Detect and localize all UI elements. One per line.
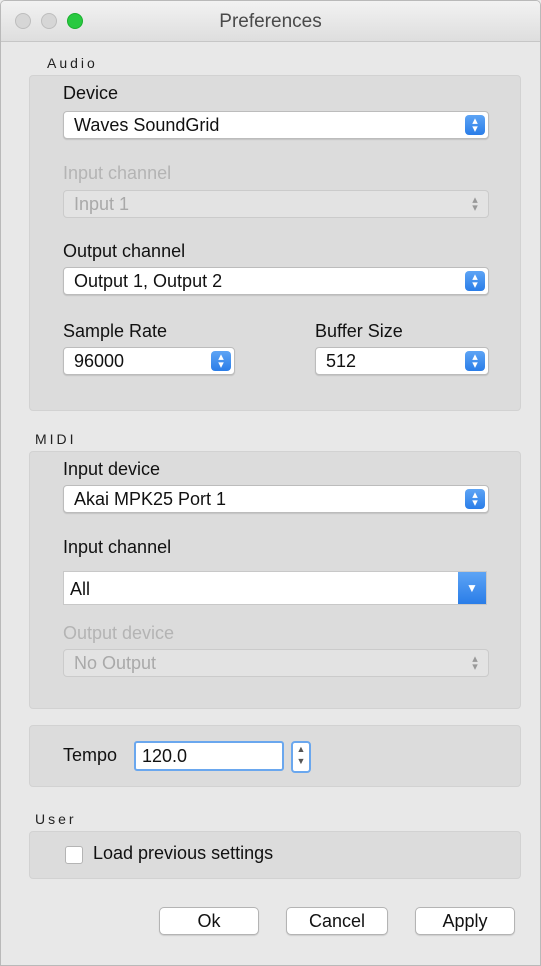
user-section-label: User — [35, 811, 77, 827]
stepper-icon[interactable]: ▲ ▼ — [291, 741, 311, 773]
updown-chevron-icon: ▴ ▾ — [465, 115, 485, 135]
midi-input-channel-label: Input channel — [63, 537, 172, 557]
midi-input-device-label: Input device — [63, 459, 161, 479]
output-channel-label: Output channel — [63, 241, 186, 261]
device-value: Waves SoundGrid — [74, 115, 220, 135]
updown-chevron-icon: ▴ ▾ — [465, 271, 485, 291]
ok-button[interactable]: Ok — [159, 907, 259, 935]
device-popup[interactable]: Waves SoundGrid ▴ ▾ — [63, 111, 489, 139]
tempo-label: Tempo — [63, 745, 118, 765]
tempo-input[interactable]: 120.0 — [134, 741, 284, 771]
updown-chevron-icon: ▴ ▾ — [465, 489, 485, 509]
apply-button[interactable]: Apply — [415, 907, 515, 935]
audio-section-label: Audio — [47, 55, 98, 71]
load-previous-label[interactable]: Load previous settings — [93, 843, 273, 864]
output-channel-value: Output 1, Output 2 — [74, 271, 223, 291]
midi-output-device-value: No Output — [74, 653, 157, 673]
midi-input-device-popup[interactable]: Akai MPK25 Port 1 ▴ ▾ — [63, 485, 489, 513]
tempo-value: 120.0 — [142, 746, 188, 766]
load-previous-checkbox[interactable] — [65, 846, 83, 864]
updown-chevron-icon: ▴ ▾ — [472, 653, 478, 673]
updown-chevron-icon: ▴ ▾ — [465, 351, 485, 371]
buffer-size-label: Buffer Size — [315, 321, 403, 341]
audio-input-channel-value: Input 1 — [74, 194, 130, 214]
buffer-size-value: 512 — [326, 351, 357, 371]
title-bar[interactable]: Preferences — [1, 1, 540, 42]
sample-rate-value: 96000 — [74, 351, 125, 371]
updown-chevron-icon: ▴ ▾ — [472, 194, 478, 214]
midi-input-channel-value: All — [70, 579, 91, 599]
midi-input-channel-combo[interactable]: All ▼ — [63, 571, 487, 605]
window-title: Preferences — [219, 11, 322, 32]
buffer-size-popup[interactable]: 512 ▴ ▾ — [315, 347, 489, 375]
updown-chevron-icon: ▴ ▾ — [211, 351, 231, 371]
midi-input-device-value: Akai MPK25 Port 1 — [74, 489, 227, 509]
audio-input-channel-label: Input channel — [63, 163, 172, 183]
midi-output-device-label: Output device — [63, 623, 175, 643]
output-channel-popup[interactable]: Output 1, Output 2 ▴ ▾ — [63, 267, 489, 295]
midi-output-device-popup: No Output ▴ ▾ — [63, 649, 489, 677]
preferences-window: Preferences Audio Device Waves SoundGrid… — [0, 0, 541, 966]
chevron-down-icon[interactable]: ▼ — [458, 572, 486, 604]
audio-input-channel-popup: Input 1 ▴ ▾ — [63, 190, 489, 218]
midi-section-label: MIDI — [35, 431, 77, 447]
sample-rate-popup[interactable]: 96000 ▴ ▾ — [63, 347, 235, 375]
sample-rate-label: Sample Rate — [63, 321, 168, 341]
cancel-button[interactable]: Cancel — [286, 907, 388, 935]
device-label: Device — [63, 83, 119, 103]
